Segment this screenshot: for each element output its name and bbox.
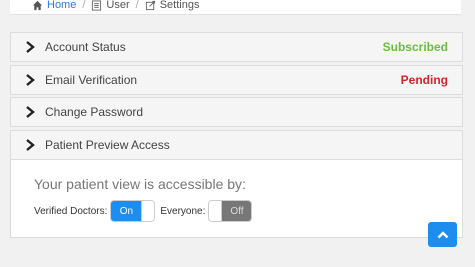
breadcrumb-separator: / (82, 0, 86, 11)
breadcrumb: Home / User / Settings (10, 0, 461, 15)
panel-header-patient-preview-access[interactable]: Patient Preview Access (11, 131, 462, 159)
home-icon (32, 0, 43, 11)
breadcrumb-user-label[interactable]: User (106, 0, 129, 11)
breadcrumb-settings-label: Settings (159, 0, 200, 11)
chevron-right-icon (25, 106, 35, 118)
breadcrumb-settings: Settings (145, 0, 200, 11)
panel-account-status: Account Status Subscribed (10, 32, 463, 62)
chevron-right-icon (25, 139, 35, 151)
toggle-state: Off (222, 201, 252, 221)
chevron-right-icon (25, 41, 35, 53)
settings-icon (145, 0, 156, 11)
panel-title: Account Status (45, 40, 126, 54)
verified-doctors-toggle[interactable]: On (110, 200, 156, 222)
breadcrumb-home-label[interactable]: Home (47, 0, 76, 11)
panel-title: Email Verification (45, 73, 138, 87)
panel-change-password: Change Password (10, 97, 463, 127)
everyone-label: Everyone: (160, 205, 206, 217)
status-badge: Pending (400, 73, 448, 87)
access-toggles: Verified Doctors: On Everyone: Off (34, 200, 257, 222)
panel-title: Change Password (45, 105, 144, 119)
panel-email-verification: Email Verification Pending (10, 65, 463, 95)
panel-title: Patient Preview Access (45, 138, 170, 152)
panel-header-change-password[interactable]: Change Password (11, 98, 462, 126)
panel-patient-preview-access: Patient Preview Access Your patient view… (10, 130, 463, 238)
breadcrumb-user[interactable]: User (91, 0, 130, 11)
access-title: Your patient view is accessible by: (34, 176, 246, 192)
breadcrumb-separator: / (135, 0, 139, 11)
panel-header-email-verification[interactable]: Email Verification Pending (11, 66, 462, 94)
verified-doctors-label: Verified Doctors: (34, 205, 108, 217)
everyone-toggle[interactable]: Off (208, 200, 253, 222)
status-badge: Subscribed (382, 40, 448, 54)
list-icon (91, 0, 102, 11)
toggle-knob (209, 201, 223, 221)
panel-header-account-status[interactable]: Account Status Subscribed (11, 33, 462, 61)
toggle-state: On (111, 201, 142, 221)
panel-body-patient-preview-access: Your patient view is accessible by: Veri… (11, 159, 462, 237)
chevron-right-icon (25, 74, 35, 86)
toggle-knob (141, 201, 155, 221)
chevron-up-icon (437, 230, 448, 238)
breadcrumb-home[interactable]: Home (32, 0, 76, 11)
scroll-to-top-button[interactable] (428, 222, 457, 247)
